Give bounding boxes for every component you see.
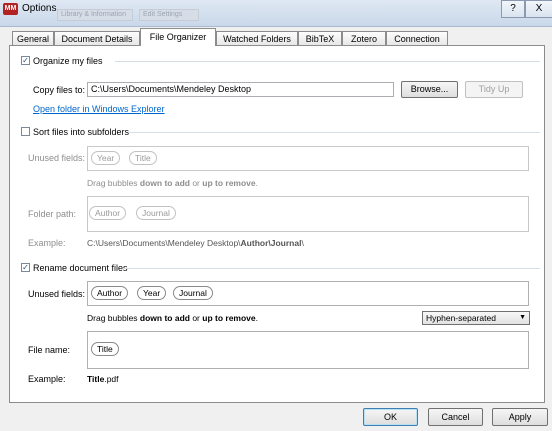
help-button[interactable]: ?	[501, 0, 525, 18]
field-bubble[interactable]: Year	[91, 151, 121, 165]
background-tab-2: Edit Settings	[139, 9, 199, 21]
rename-files-checkbox[interactable]: ✓	[21, 263, 30, 272]
field-bubble[interactable]: Title	[129, 151, 157, 165]
close-button[interactable]: X	[525, 0, 552, 18]
tab-general[interactable]: General	[12, 31, 54, 45]
tab-zotero[interactable]: Zotero	[342, 31, 386, 45]
sort-subfolders-label: Sort files into subfolders	[33, 127, 130, 137]
field-bubble[interactable]: Author	[91, 286, 129, 300]
section-divider	[124, 268, 540, 269]
sort-drag-hint: Drag bubbles down to add or up to remove…	[87, 178, 258, 188]
tab-watched-folders[interactable]: Watched Folders	[216, 31, 298, 45]
rename-unused-fields-label: Unused fields:	[28, 289, 86, 299]
separator-dropdown[interactable]: Hyphen-separated ▼	[422, 311, 530, 325]
ok-button[interactable]: OK	[363, 408, 418, 426]
organize-files-label: Organize my files	[33, 56, 103, 66]
sort-subfolders-checkbox[interactable]	[21, 127, 30, 136]
section-divider	[129, 132, 540, 133]
background-tab-1: Library & Information	[57, 9, 133, 21]
folder-path-label: Folder path:	[28, 209, 77, 219]
tab-bibtex[interactable]: BibTeX	[298, 31, 342, 45]
field-bubble[interactable]: Year	[137, 286, 167, 300]
field-bubble[interactable]: Title	[91, 342, 119, 356]
rename-example-label: Example:	[28, 374, 66, 384]
tab-connection[interactable]: Connection	[386, 31, 448, 45]
field-bubble[interactable]: Journal	[173, 286, 213, 300]
mendeley-logo-icon: MM	[3, 3, 18, 15]
section-divider	[115, 61, 540, 62]
rename-drag-hint: Drag bubbles down to add or up to remove…	[87, 313, 258, 323]
sort-unused-fields-label: Unused fields:	[28, 153, 86, 163]
sort-example-path: C:\Users\Documents\Mendeley Desktop\Auth…	[87, 238, 304, 248]
rename-files-label: Rename document files	[33, 263, 128, 273]
copy-files-label: Copy files to:	[33, 85, 86, 95]
sort-example-label: Example:	[28, 238, 66, 248]
cancel-button[interactable]: Cancel	[428, 408, 483, 426]
field-bubble[interactable]: Author	[89, 206, 127, 220]
rename-example-value: Title.pdf	[87, 374, 119, 384]
file-name-label: File name:	[28, 345, 71, 355]
tab-file-organizer[interactable]: File Organizer	[140, 28, 216, 46]
field-bubble[interactable]: Journal	[136, 206, 176, 220]
open-folder-link[interactable]: Open folder in Windows Explorer	[33, 104, 165, 114]
window-title: Options	[22, 3, 57, 14]
copy-path-input[interactable]: C:\Users\Documents\Mendeley Desktop	[87, 82, 394, 97]
browse-button[interactable]: Browse...	[401, 81, 458, 98]
tidy-up-button[interactable]: Tidy Up	[465, 81, 523, 98]
tab-document-details[interactable]: Document Details	[54, 31, 140, 45]
title-bar: MM Options Library & Information Edit Se…	[0, 0, 552, 27]
file-name-area[interactable]	[87, 331, 529, 369]
organize-files-checkbox[interactable]: ✓	[21, 56, 30, 65]
apply-button[interactable]: Apply	[492, 408, 548, 426]
chevron-down-icon: ▼	[519, 314, 526, 321]
